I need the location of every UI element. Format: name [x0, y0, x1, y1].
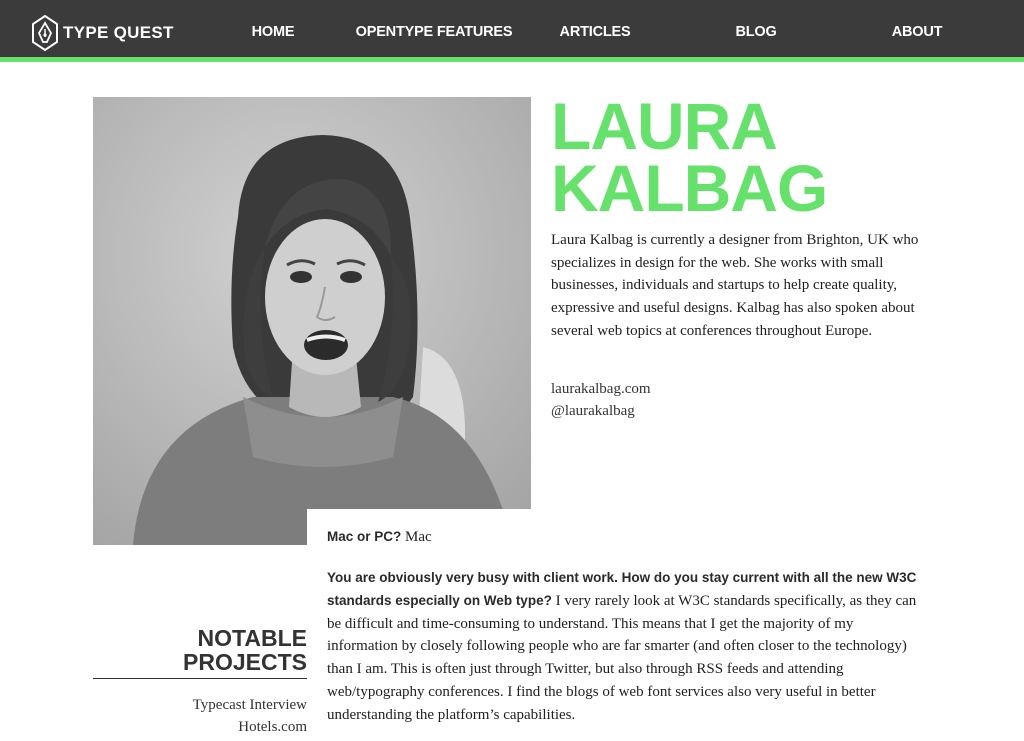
- question-1: Mac or PC?: [327, 529, 402, 544]
- nav-blog[interactable]: BLOG: [735, 24, 776, 40]
- logo-link[interactable]: TYPE QUEST: [32, 14, 174, 52]
- nav-home[interactable]: HOME: [252, 24, 295, 40]
- twitter-link[interactable]: @laurakalbag: [551, 400, 651, 422]
- profile-links: laurakalbag.com @laurakalbag: [551, 378, 651, 422]
- website-link[interactable]: laurakalbag.com: [551, 378, 651, 400]
- project-link-typecast[interactable]: Typecast Interview: [193, 694, 307, 716]
- name-line-2: KALBAG: [551, 151, 828, 225]
- name-line-1: LAURA: [551, 89, 778, 163]
- answer-1: Mac: [405, 529, 432, 545]
- project-link-hotels[interactable]: Hotels.com: [193, 716, 307, 738]
- np-title-line-2: PROJECTS: [183, 649, 307, 675]
- nav-articles[interactable]: ARTICLES: [560, 24, 631, 40]
- pen-nib-icon: [32, 15, 58, 51]
- notable-projects-list: Typecast Interview Hotels.com: [193, 694, 307, 738]
- np-title-line-1: NOTABLE: [197, 625, 307, 651]
- site-header: TYPE QUEST HOME OPENTYPE FEATURES ARTICL…: [0, 0, 1024, 62]
- interview-qa-1: Mac or PC? Mac: [327, 526, 432, 548]
- interview-qa-2: You are obviously very busy with client …: [327, 567, 927, 727]
- profile-photo: [93, 97, 531, 545]
- notable-projects-heading: NOTABLE PROJECTS: [183, 626, 307, 674]
- nav-opentype-features[interactable]: OPENTYPE FEATURES: [356, 24, 513, 40]
- profile-bio: Laura Kalbag is currently a designer fro…: [551, 232, 919, 339]
- answer-2: I very rarely look at W3C standards spec…: [327, 592, 917, 723]
- divider: [93, 678, 307, 679]
- nav-about[interactable]: ABOUT: [892, 24, 943, 40]
- profile-name: LAURA KALBAG: [551, 89, 828, 225]
- brand-name: TYPE QUEST: [63, 23, 174, 42]
